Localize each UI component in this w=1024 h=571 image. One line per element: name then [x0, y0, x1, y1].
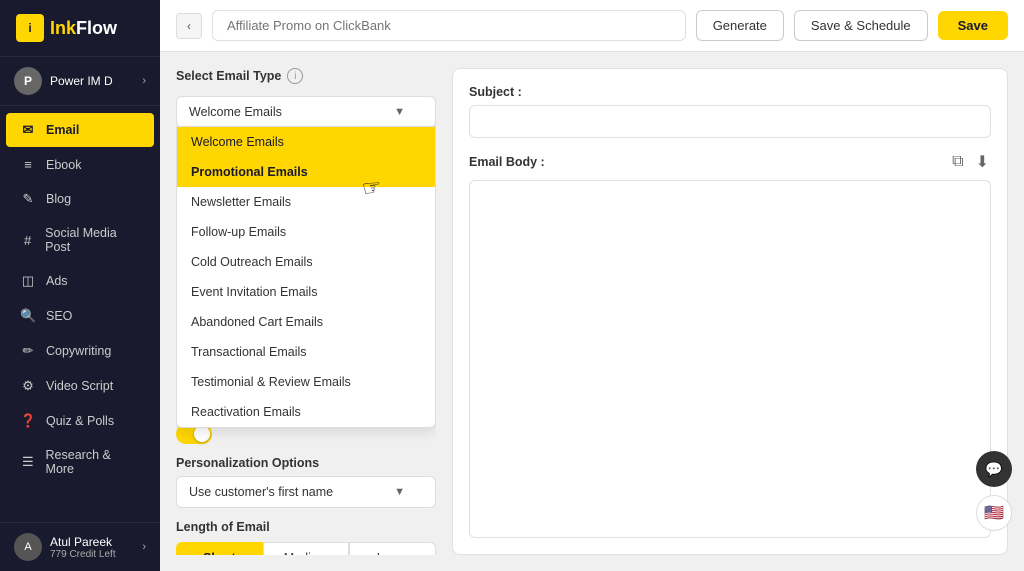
bottom-avatar: A: [14, 533, 42, 561]
sidebar-item-video[interactable]: ⚙ Video Script: [6, 369, 154, 403]
subject-label: Subject :: [469, 85, 991, 99]
subject-section: Subject :: [469, 85, 991, 138]
topbar: ‹ Generate Save & Schedule Save: [160, 0, 1024, 52]
personalization-arrow-icon: ▼: [394, 486, 405, 498]
body-actions: ⧉ ⬇: [950, 150, 991, 174]
content-area: Select Email Type i Welcome Emails ▼ Wel…: [160, 52, 1024, 571]
sidebar-item-email[interactable]: ✉ Email: [6, 113, 154, 147]
sidebar-item-label: Social Media Post: [45, 226, 140, 254]
flag-button[interactable]: 🇺🇸: [976, 495, 1012, 531]
sidebar: i InkFlow P Power IM D › ✉ Email ≡ Ebook…: [0, 0, 160, 571]
save-button[interactable]: Save: [938, 11, 1008, 40]
project-input[interactable]: [212, 10, 686, 41]
sidebar-bottom-user[interactable]: A Atul Pareek 779 Credit Left ›: [0, 522, 160, 571]
collapse-button[interactable]: ‹: [176, 13, 202, 39]
sidebar-item-blog[interactable]: ✎ Blog: [6, 182, 154, 216]
sidebar-item-label: Quiz & Polls: [46, 414, 114, 428]
sidebar-item-label: SEO: [46, 309, 72, 323]
dropdown-item-transactional[interactable]: Transactional Emails: [177, 337, 435, 367]
logo-text: InkFlow: [50, 18, 117, 39]
personalization-dropdown[interactable]: Use customer's first name ▼: [176, 476, 436, 508]
email-icon: ✉: [20, 122, 36, 138]
subject-input[interactable]: [469, 105, 991, 138]
personalization-section: Personalization Options Use customer's f…: [176, 456, 436, 508]
email-type-value: Welcome Emails: [189, 105, 282, 119]
copywriting-icon: ✏: [20, 343, 36, 359]
personalization-label: Personalization Options: [176, 456, 436, 470]
sidebar-item-label: Email: [46, 123, 79, 137]
ebook-icon: ≡: [20, 157, 36, 172]
floating-buttons: 💬 🇺🇸: [976, 451, 1012, 531]
chevron-right-icon: ›: [142, 75, 146, 87]
personalization-value: Use customer's first name: [189, 485, 333, 499]
ads-icon: ◫: [20, 273, 36, 289]
personalization-select-wrapper: Use customer's first name ▼: [176, 476, 436, 508]
video-icon: ⚙: [20, 378, 36, 394]
bottom-user-name: Atul Pareek: [50, 535, 134, 549]
blog-icon: ✎: [20, 191, 36, 207]
length-short-button[interactable]: Short: [176, 542, 263, 555]
bottom-user-info: Atul Pareek 779 Credit Left: [50, 535, 134, 560]
sidebar-nav: ✉ Email ≡ Ebook ✎ Blog # Social Media Po…: [0, 106, 160, 522]
sidebar-item-quiz[interactable]: ❓ Quiz & Polls: [6, 404, 154, 438]
length-section: Length of Email Short Medium Large: [176, 520, 436, 555]
avatar: P: [14, 67, 42, 95]
user-name: Power IM D: [50, 74, 134, 88]
sidebar-item-ebook[interactable]: ≡ Ebook: [6, 148, 154, 181]
dropdown-item-event[interactable]: Event Invitation Emails: [177, 277, 435, 307]
info-icon[interactable]: i: [287, 68, 303, 84]
copy-button[interactable]: ⧉: [950, 150, 965, 174]
email-type-header: Select Email Type i: [176, 68, 436, 84]
download-button[interactable]: ⬇: [974, 150, 991, 174]
bottom-credits: 779 Credit Left: [50, 549, 134, 560]
length-label: Length of Email: [176, 520, 436, 534]
sidebar-item-copywriting[interactable]: ✏ Copywriting: [6, 334, 154, 368]
body-header: Email Body : ⧉ ⬇: [469, 150, 991, 174]
body-section: Email Body : ⧉ ⬇: [469, 150, 991, 538]
sidebar-item-social[interactable]: # Social Media Post: [6, 217, 154, 263]
right-panel: Subject : Email Body : ⧉ ⬇: [452, 68, 1008, 555]
length-medium-button[interactable]: Medium: [263, 542, 350, 555]
sidebar-item-label: Video Script: [46, 379, 113, 393]
sidebar-item-label: Ebook: [46, 158, 81, 172]
seo-icon: 🔍: [20, 308, 36, 324]
generate-button[interactable]: Generate: [696, 10, 784, 41]
main-area: ‹ Generate Save & Schedule Save Select E…: [160, 0, 1024, 571]
sidebar-item-label: Blog: [46, 192, 71, 206]
body-textarea[interactable]: [469, 180, 991, 538]
dropdown-item-promotional[interactable]: Promotional Emails: [177, 157, 435, 187]
quiz-icon: ❓: [20, 413, 36, 429]
email-type-dropdown: Welcome Emails Promotional Emails Newsle…: [176, 126, 436, 428]
email-type-dropdown-trigger[interactable]: Welcome Emails ▼: [176, 96, 436, 128]
research-icon: ☰: [20, 454, 36, 470]
length-large-button[interactable]: Large: [349, 542, 436, 555]
logo-area: i InkFlow: [0, 0, 160, 57]
sidebar-user[interactable]: P Power IM D ›: [0, 57, 160, 106]
bottom-chevron-icon: ›: [142, 541, 146, 553]
dropdown-item-welcome[interactable]: Welcome Emails: [177, 127, 435, 157]
chat-button[interactable]: 💬: [976, 451, 1012, 487]
body-label: Email Body :: [469, 155, 545, 169]
social-icon: #: [20, 233, 35, 248]
email-type-label: Select Email Type: [176, 69, 281, 83]
dropdown-item-abandoned[interactable]: Abandoned Cart Emails: [177, 307, 435, 337]
sidebar-item-label: Research & More: [46, 448, 140, 476]
sidebar-item-label: Copywriting: [46, 344, 111, 358]
length-buttons: Short Medium Large: [176, 542, 436, 555]
dropdown-item-cold[interactable]: Cold Outreach Emails: [177, 247, 435, 277]
dropdown-item-reactivation[interactable]: Reactivation Emails: [177, 397, 435, 427]
dropdown-item-followup[interactable]: Follow-up Emails: [177, 217, 435, 247]
left-panel: Select Email Type i Welcome Emails ▼ Wel…: [176, 68, 436, 555]
sidebar-item-ads[interactable]: ◫ Ads: [6, 264, 154, 298]
save-schedule-button[interactable]: Save & Schedule: [794, 10, 928, 41]
logo-icon: i: [16, 14, 44, 42]
dropdown-item-newsletter[interactable]: Newsletter Emails: [177, 187, 435, 217]
sidebar-item-label: Ads: [46, 274, 68, 288]
sidebar-item-seo[interactable]: 🔍 SEO: [6, 299, 154, 333]
dropdown-item-testimonial[interactable]: Testimonial & Review Emails: [177, 367, 435, 397]
sidebar-item-research[interactable]: ☰ Research & More: [6, 439, 154, 485]
email-type-select-wrapper: Welcome Emails ▼ Welcome Emails Promotio…: [176, 96, 436, 128]
dropdown-arrow-icon: ▼: [394, 106, 405, 118]
